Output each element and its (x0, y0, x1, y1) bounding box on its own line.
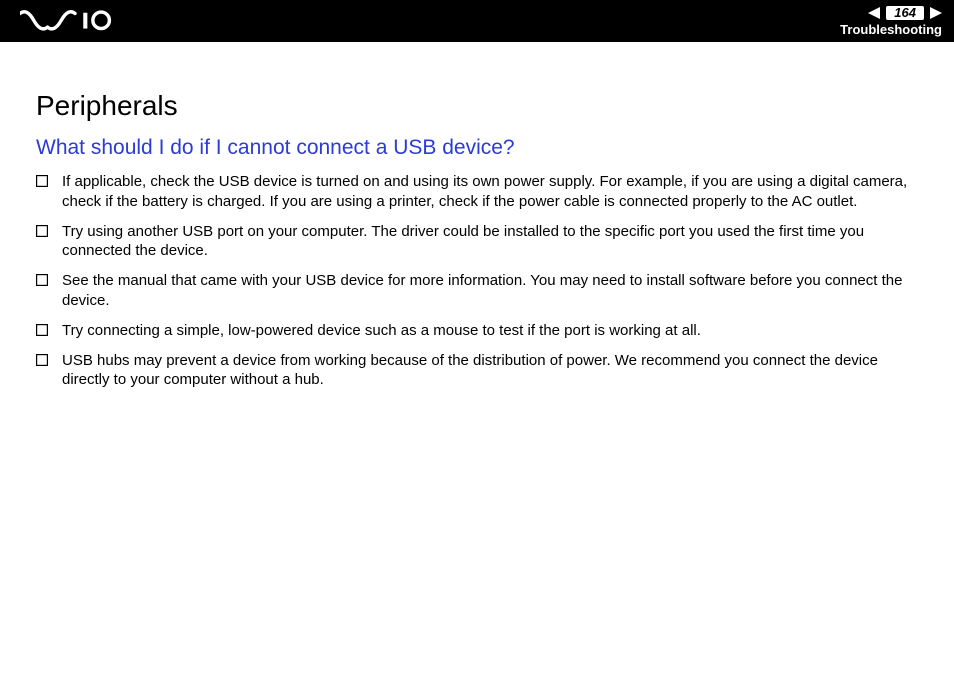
list-item: Try using another USB port on your compu… (36, 222, 918, 262)
checkbox-bullet-icon (36, 274, 48, 286)
checkbox-bullet-icon (36, 225, 48, 237)
page-title: Peripherals (36, 90, 918, 122)
header-bar: 164 Troubleshooting (0, 0, 954, 42)
bullet-text: See the manual that came with your USB d… (62, 271, 918, 311)
bullet-text: If applicable, check the USB device is t… (62, 172, 918, 212)
bullet-text: Try using another USB port on your compu… (62, 222, 918, 262)
bullet-text: USB hubs may prevent a device from worki… (62, 351, 918, 391)
header-right: 164 Troubleshooting (840, 6, 942, 37)
question-heading: What should I do if I cannot connect a U… (36, 136, 918, 160)
content-area: Peripherals What should I do if I cannot… (0, 42, 954, 420)
checkbox-bullet-icon (36, 354, 48, 366)
list-item: See the manual that came with your USB d… (36, 271, 918, 311)
bullet-list: If applicable, check the USB device is t… (36, 172, 918, 390)
checkbox-bullet-icon (36, 324, 48, 336)
next-page-arrow-icon[interactable] (930, 7, 942, 19)
checkbox-bullet-icon (36, 175, 48, 187)
bullet-text: Try connecting a simple, low-powered dev… (62, 321, 918, 341)
prev-page-arrow-icon[interactable] (868, 7, 880, 19)
list-item: If applicable, check the USB device is t… (36, 172, 918, 212)
list-item: USB hubs may prevent a device from worki… (36, 351, 918, 391)
section-label: Troubleshooting (840, 22, 942, 37)
page-nav: 164 (868, 6, 942, 20)
page-number: 164 (886, 6, 924, 20)
list-item: Try connecting a simple, low-powered dev… (36, 321, 918, 341)
vaio-logo (20, 0, 130, 42)
